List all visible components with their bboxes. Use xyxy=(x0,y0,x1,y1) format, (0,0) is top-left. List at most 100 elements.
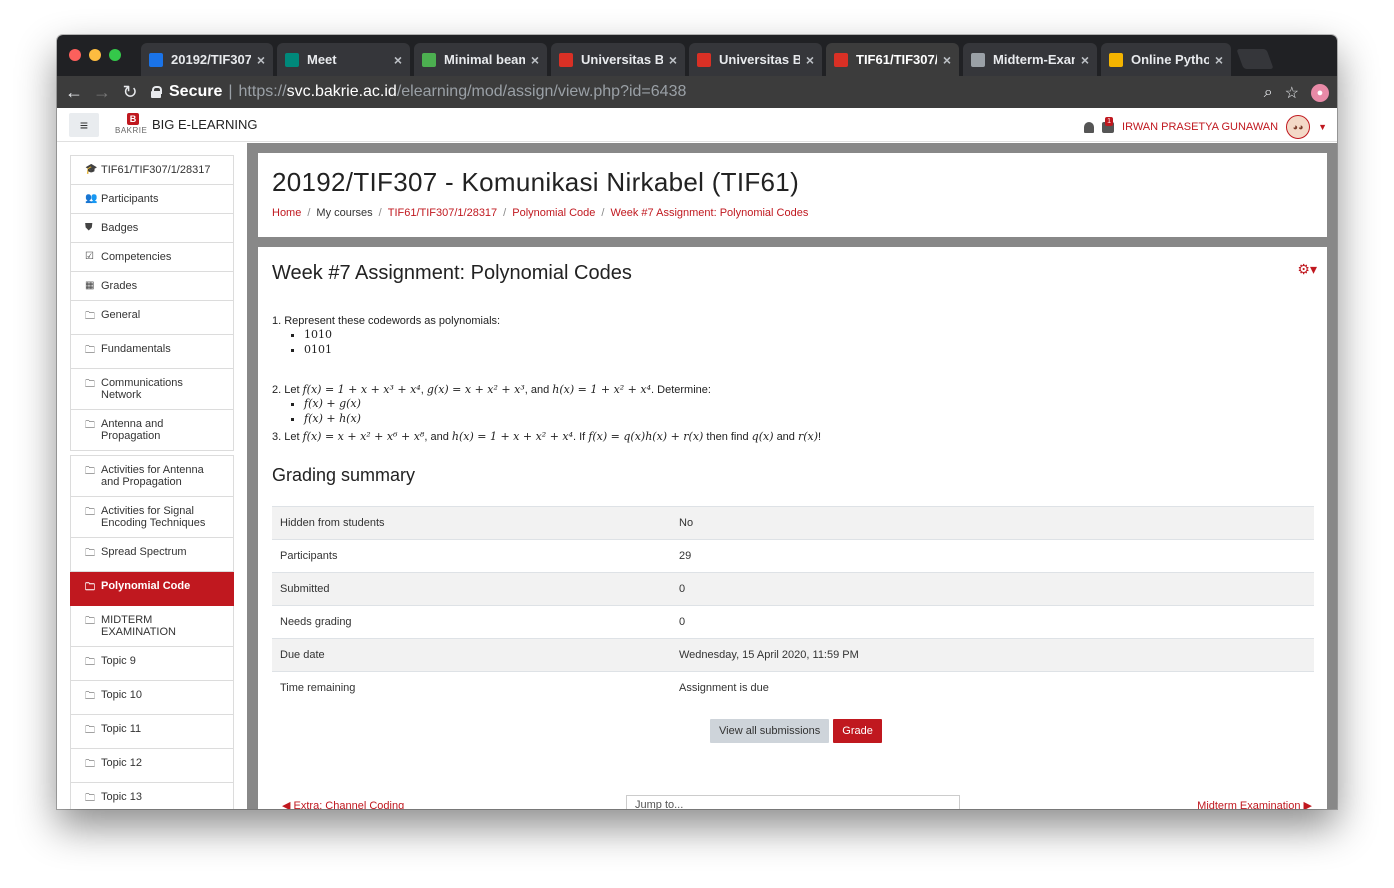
minimize-window-button[interactable] xyxy=(89,49,101,61)
breadcrumb-course[interactable]: TIF61/TIF307/1/28317 xyxy=(388,207,497,219)
folder-icon: 🗀 xyxy=(85,311,95,322)
browser-tab[interactable]: Universitas Bak × xyxy=(689,43,822,76)
site-name[interactable]: BIG E-LEARNING xyxy=(152,117,257,132)
sidebar-item-fundamentals[interactable]: 🗀 Fundamentals xyxy=(70,335,234,369)
browser-tab[interactable]: Universitas Bak × xyxy=(551,43,685,76)
sidebar-item-polynomial-code[interactable]: 🗀 Polynomial Code xyxy=(70,572,234,606)
profile-icon[interactable]: ● xyxy=(1311,84,1329,102)
sidebar-item-activities-for-signal-encoding-techniques[interactable]: 🗀 Activities for Signal Encoding Techniqu… xyxy=(70,497,234,538)
row-label: Time remaining xyxy=(272,671,671,704)
new-tab-button[interactable] xyxy=(1236,49,1274,69)
close-window-button[interactable] xyxy=(69,49,81,61)
bakrie-icon xyxy=(697,52,711,67)
avatar[interactable]: ◕◕ xyxy=(1286,115,1311,139)
close-tab-icon[interactable]: × xyxy=(531,52,539,68)
meet-icon xyxy=(285,52,299,67)
browser-tab[interactable]: Minimal beam × xyxy=(414,43,547,76)
sidebar-item-topic-11[interactable]: 🗀 Topic 11 xyxy=(70,715,234,749)
bell-icon[interactable] xyxy=(1084,121,1095,133)
sidebar-item-topic-10[interactable]: 🗀 Topic 10 xyxy=(70,681,234,715)
jump-to-select[interactable]: Jump to... xyxy=(626,795,960,809)
assignment-card: Week #7 Assignment: Polynomial Codes ⚙▾ … xyxy=(258,247,1327,809)
tab-title: Minimal beam xyxy=(444,52,525,67)
sidebar-item-tif61-tif307-1-28317[interactable]: 🎓 TIF61/TIF307/1/28317 xyxy=(70,155,234,185)
breadcrumb-home[interactable]: Home xyxy=(272,207,301,219)
sidebar-item-label: Participants xyxy=(101,193,159,205)
row-value: 0 xyxy=(671,605,1314,639)
caret-down-icon[interactable]: ▼ xyxy=(1318,122,1327,132)
forward-arrow-icon[interactable]: → xyxy=(88,82,116,103)
breadcrumb-assignment[interactable]: Week #7 Assignment: Polynomial Codes xyxy=(610,207,808,219)
sidebar-item-competencies[interactable]: ☑ Competencies xyxy=(70,243,234,272)
list-item: 1010 xyxy=(304,327,1312,342)
browser-tab[interactable]: Online Python × xyxy=(1101,43,1231,76)
close-tab-icon[interactable]: × xyxy=(1215,52,1223,68)
breadcrumb-my-courses: My courses xyxy=(316,207,373,219)
sidebar-item-topic-9[interactable]: 🗀 Topic 9 xyxy=(70,647,234,681)
zoom-icon[interactable]: ⌕ xyxy=(1264,84,1273,102)
grading-summary-table: Hidden from students No Participants 29 Subm… xyxy=(272,506,1314,704)
sidebar-item-label: Activities for Signal Encoding Technique… xyxy=(101,505,206,529)
page-title: 20192/TIF307 - Komunikasi Nirkabel (TIF6… xyxy=(272,167,800,197)
sidebar-item-antenna-and-propagation[interactable]: 🗀 Antenna and Propagation xyxy=(70,410,234,451)
bakrie-icon xyxy=(834,52,848,67)
row-value: Wednesday, 15 April 2020, 11:59 PM xyxy=(671,638,1314,672)
sidebar-item-general[interactable]: 🗀 General xyxy=(70,301,234,335)
tab-title: Universitas Bak xyxy=(581,52,663,67)
site-logo[interactable]: B BAKRIE xyxy=(115,113,151,137)
folder-icon: 🗀 xyxy=(85,466,95,477)
close-tab-icon[interactable]: × xyxy=(669,52,677,68)
table-row: Needs grading 0 xyxy=(272,605,1314,639)
url-host: svc.bakrie.ac.id xyxy=(286,83,397,100)
hamburger-menu-icon[interactable]: ≡ xyxy=(69,113,99,137)
prev-activity-link[interactable]: ◀ Extra: Channel Coding xyxy=(282,799,404,809)
sidebar-item-badges[interactable]: ⛊ Badges xyxy=(70,214,234,243)
user-name[interactable]: IRWAN PRASETYA GUNAWAN xyxy=(1122,121,1278,133)
sidebar-item-spread-spectrum[interactable]: 🗀 Spread Spectrum xyxy=(70,538,234,572)
tab-strip: 20192/TIF307 × Meet × Minimal beam × Universit… xyxy=(57,35,1337,76)
view-all-submissions-button[interactable]: View all submissions xyxy=(710,719,830,743)
sidebar-item-activities-for-antenna-and-propagation[interactable]: 🗀 Activities for Antenna and Propagation xyxy=(70,455,234,497)
browser-tab[interactable]: 20192/TIF307 × xyxy=(141,43,273,76)
close-tab-icon[interactable]: × xyxy=(1081,52,1089,68)
breadcrumb: Home / My courses / TIF61/TIF307/1/28317… xyxy=(272,207,809,219)
grade-button[interactable]: Grade xyxy=(833,719,882,743)
user-menu-area: 1 IRWAN PRASETYA GUNAWAN ◕◕ ▼ xyxy=(1084,115,1327,139)
tab-title: 20192/TIF307 xyxy=(171,52,251,67)
browser-tab[interactable]: TIF61/TIF307/ × xyxy=(826,43,959,76)
next-activity-link[interactable]: Midterm Examination ▶ xyxy=(1197,799,1312,809)
page-header: 20192/TIF307 - Komunikasi Nirkabel (TIF6… xyxy=(258,153,1327,237)
gear-icon[interactable]: ⚙▾ xyxy=(1297,261,1317,278)
tab-title: Midterm-Exam xyxy=(993,52,1075,67)
graduation-cap-icon: 🎓 xyxy=(85,164,98,175)
shield-icon: ⛊ xyxy=(85,222,93,233)
math-f: f(x) = 1 + x + x³ + x⁴ xyxy=(302,383,421,396)
sidebar-item-midterm-examination[interactable]: 🗀 MIDTERM EXAMINATION xyxy=(70,606,234,647)
sidebar-item-communications-network[interactable]: 🗀 Communications Network xyxy=(70,369,234,410)
maximize-window-button[interactable] xyxy=(109,49,121,61)
bookmark-star-icon[interactable]: ☆ xyxy=(1285,83,1299,103)
sidebar-item-label: General xyxy=(101,309,141,321)
sidebar-item-topic-13[interactable]: 🗀 Topic 13 xyxy=(70,783,234,809)
checkbox-icon: ☑ xyxy=(85,251,94,262)
breadcrumb-section[interactable]: Polynomial Code xyxy=(512,207,595,219)
browser-tab[interactable]: Midterm-Exam × xyxy=(963,43,1097,76)
close-tab-icon[interactable]: × xyxy=(257,52,265,68)
messages-icon[interactable]: 1 xyxy=(1102,116,1115,133)
close-tab-icon[interactable]: × xyxy=(394,52,402,68)
close-tab-icon[interactable]: × xyxy=(943,52,951,68)
sidebar-item-grades[interactable]: ▦ Grades xyxy=(70,272,234,301)
close-tab-icon[interactable]: × xyxy=(806,52,814,68)
table-row: Time remaining Assignment is due xyxy=(272,671,1314,704)
folder-icon: 🗀 xyxy=(85,507,95,518)
sidebar-item-participants[interactable]: 👥 Participants xyxy=(70,185,234,214)
address-bar[interactable]: Secure | https:// svc.bakrie.ac.id /elea… xyxy=(151,79,1299,105)
back-arrow-icon[interactable]: ← xyxy=(60,82,88,103)
sidebar-item-label: Activities for Antenna and Propagation xyxy=(101,464,204,488)
sidebar-item-topic-12[interactable]: 🗀 Topic 12 xyxy=(70,749,234,783)
sidebar-item-label: Topic 12 xyxy=(101,757,142,769)
list-item: 0101 xyxy=(304,342,1312,357)
reload-icon[interactable]: ↻ xyxy=(116,82,144,103)
browser-tab[interactable]: Meet × xyxy=(277,43,410,76)
row-label: Needs grading xyxy=(272,605,671,639)
